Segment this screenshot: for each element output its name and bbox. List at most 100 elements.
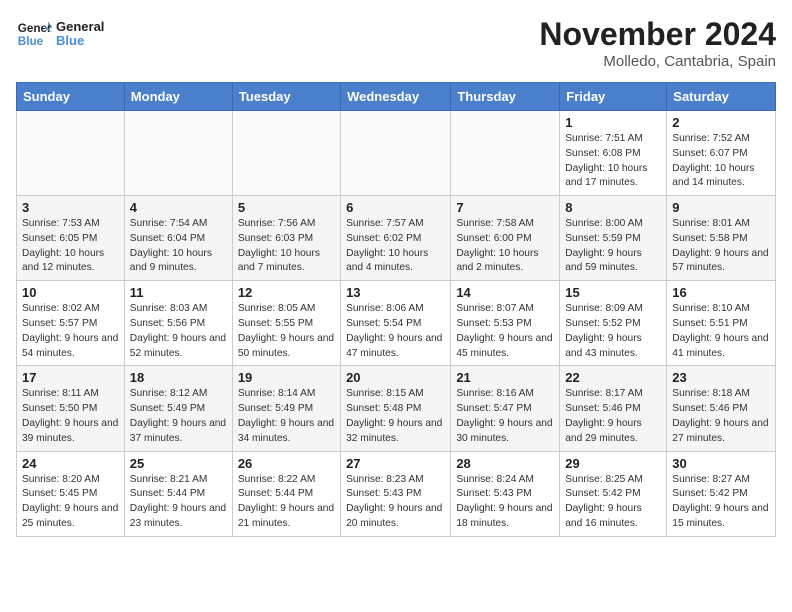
calendar-cell: 15Sunrise: 8:09 AM Sunset: 5:52 PM Dayli… — [560, 281, 667, 366]
logo-icon: General Blue — [16, 16, 52, 52]
weekday-header-sunday: Sunday — [17, 83, 125, 111]
day-info: Sunrise: 7:52 AM Sunset: 6:07 PM Dayligh… — [672, 132, 770, 191]
calendar-cell: 29 Sunrise: 8:25 AM Sunset: 5:42 PM Dayli… — [560, 451, 667, 536]
day-info: Sunrise: 8:05 AM Sunset: 5:55 PM Dayligh… — [238, 302, 335, 361]
day-number: 6 — [346, 200, 445, 215]
day-info: Sunrise: 8:11 AM Sunset: 5:50 PM Dayligh… — [22, 387, 119, 446]
calendar-cell: 26 Sunrise: 8:22 AM Sunset: 5:44 PM Dayli… — [232, 451, 340, 536]
location-subtitle: Molledo, Cantabria, Spain — [539, 53, 776, 70]
day-info: Sunrise: 7:51 AM Sunset: 6:08 PM Dayligh… — [565, 132, 661, 191]
calendar-cell: 3 Sunrise: 7:53 AM Sunset: 6:05 PM Daylig… — [17, 196, 125, 281]
day-info: Sunrise: 8:14 AM Sunset: 5:49 PM Dayligh… — [238, 387, 335, 446]
calendar-cell: 20Sunrise: 8:15 AM Sunset: 5:48 PM Dayli… — [341, 366, 451, 451]
calendar-cell — [341, 111, 451, 196]
weekday-header-saturday: Saturday — [667, 83, 776, 111]
day-number: 28 — [456, 456, 554, 471]
calendar-cell — [17, 111, 125, 196]
calendar-cell: 6 Sunrise: 7:57 AM Sunset: 6:02 PM Daylig… — [341, 196, 451, 281]
calendar-cell: 19 Sunrise: 8:14 AM Sunset: 5:49 PM Dayli… — [232, 366, 340, 451]
day-info: Sunrise: 8:12 AM Sunset: 5:49 PM Dayligh… — [130, 387, 227, 446]
day-number: 26 — [238, 456, 335, 471]
day-number: 1 — [565, 115, 661, 130]
day-info: Sunrise: 7:57 AM Sunset: 6:02 PM Dayligh… — [346, 217, 445, 276]
day-info: Sunrise: 8:23 AM Sunset: 5:43 PM Dayligh… — [346, 473, 445, 532]
day-info: Sunrise: 8:06 AM Sunset: 5:54 PM Dayligh… — [346, 302, 445, 361]
calendar-cell: 28 Sunrise: 8:24 AM Sunset: 5:43 PM Dayli… — [451, 451, 560, 536]
calendar-cell: 21 Sunrise: 8:16 AM Sunset: 5:47 PM Dayli… — [451, 366, 560, 451]
calendar-cell — [124, 111, 232, 196]
calendar-cell: 4 Sunrise: 7:54 AM Sunset: 6:04 PM Daylig… — [124, 196, 232, 281]
day-info: Sunrise: 8:21 AM Sunset: 5:44 PM Dayligh… — [130, 473, 227, 532]
day-number: 10 — [22, 285, 119, 300]
calendar-cell — [232, 111, 340, 196]
day-number: 18 — [130, 370, 227, 385]
day-number: 20 — [346, 370, 445, 385]
day-info: Sunrise: 8:03 AM Sunset: 5:56 PM Dayligh… — [130, 302, 227, 361]
weekday-header-monday: Monday — [124, 83, 232, 111]
calendar-cell: 25 Sunrise: 8:21 AM Sunset: 5:44 PM Dayli… — [124, 451, 232, 536]
day-info: Sunrise: 8:18 AM Sunset: 5:46 PM Dayligh… — [672, 387, 770, 446]
calendar-cell: 13 Sunrise: 8:06 AM Sunset: 5:54 PM Dayli… — [341, 281, 451, 366]
day-info: Sunrise: 8:10 AM Sunset: 5:51 PM Dayligh… — [672, 302, 770, 361]
day-info: Sunrise: 8:01 AM Sunset: 5:58 PM Dayligh… — [672, 217, 770, 276]
day-info: Sunrise: 7:54 AM Sunset: 6:04 PM Dayligh… — [130, 217, 227, 276]
calendar-cell: 10 Sunrise: 8:02 AM Sunset: 5:57 PM Dayli… — [17, 281, 125, 366]
weekday-header-tuesday: Tuesday — [232, 83, 340, 111]
day-info: Sunrise: 8:02 AM Sunset: 5:57 PM Dayligh… — [22, 302, 119, 361]
title-block: November 2024 Molledo, Cantabria, Spain — [539, 16, 776, 70]
day-info: Sunrise: 8:24 AM Sunset: 5:43 PM Dayligh… — [456, 473, 554, 532]
day-info: Sunrise: 8:22 AM Sunset: 5:44 PM Dayligh… — [238, 473, 335, 532]
weekday-header-friday: Friday — [560, 83, 667, 111]
calendar-week-row: 24 Sunrise: 8:20 AM Sunset: 5:45 PM Dayli… — [17, 451, 776, 536]
calendar-cell: 9 Sunrise: 8:01 AM Sunset: 5:58 PM Daylig… — [667, 196, 776, 281]
calendar-cell: 17 Sunrise: 8:11 AM Sunset: 5:50 PM Dayli… — [17, 366, 125, 451]
svg-text:Blue: Blue — [18, 35, 44, 48]
calendar-week-row: 3 Sunrise: 7:53 AM Sunset: 6:05 PM Daylig… — [17, 196, 776, 281]
day-number: 9 — [672, 200, 770, 215]
day-number: 4 — [130, 200, 227, 215]
day-info: Sunrise: 8:00 AM Sunset: 5:59 PM Dayligh… — [565, 217, 661, 276]
logo-blue: Blue — [56, 34, 104, 48]
calendar-week-row: 10 Sunrise: 8:02 AM Sunset: 5:57 PM Dayli… — [17, 281, 776, 366]
day-number: 17 — [22, 370, 119, 385]
calendar-cell: 12 Sunrise: 8:05 AM Sunset: 5:55 PM Dayli… — [232, 281, 340, 366]
calendar-cell: 8Sunrise: 8:00 AM Sunset: 5:59 PM Daylig… — [560, 196, 667, 281]
calendar-week-row: 1 Sunrise: 7:51 AM Sunset: 6:08 PM Daylig… — [17, 111, 776, 196]
day-number: 11 — [130, 285, 227, 300]
day-info: Sunrise: 8:20 AM Sunset: 5:45 PM Dayligh… — [22, 473, 119, 532]
calendar-cell: 11 Sunrise: 8:03 AM Sunset: 5:56 PM Dayli… — [124, 281, 232, 366]
day-number: 13 — [346, 285, 445, 300]
day-info: Sunrise: 8:25 AM Sunset: 5:42 PM Dayligh… — [565, 473, 661, 532]
day-number: 3 — [22, 200, 119, 215]
calendar-table: SundayMondayTuesdayWednesdayThursdayFrid… — [16, 82, 776, 537]
day-info: Sunrise: 8:16 AM Sunset: 5:47 PM Dayligh… — [456, 387, 554, 446]
calendar-cell: 16 Sunrise: 8:10 AM Sunset: 5:51 PM Dayli… — [667, 281, 776, 366]
day-number: 5 — [238, 200, 335, 215]
day-number: 24 — [22, 456, 119, 471]
calendar-cell: 1 Sunrise: 7:51 AM Sunset: 6:08 PM Daylig… — [560, 111, 667, 196]
calendar-header-row: SundayMondayTuesdayWednesdayThursdayFrid… — [17, 83, 776, 111]
day-number: 19 — [238, 370, 335, 385]
day-info: Sunrise: 7:53 AM Sunset: 6:05 PM Dayligh… — [22, 217, 119, 276]
day-number: 23 — [672, 370, 770, 385]
day-number: 2 — [672, 115, 770, 130]
calendar-cell: 2 Sunrise: 7:52 AM Sunset: 6:07 PM Daylig… — [667, 111, 776, 196]
day-number: 12 — [238, 285, 335, 300]
logo: General Blue General Blue — [16, 16, 104, 52]
day-number: 30 — [672, 456, 770, 471]
day-info: Sunrise: 7:58 AM Sunset: 6:00 PM Dayligh… — [456, 217, 554, 276]
calendar-cell: 24 Sunrise: 8:20 AM Sunset: 5:45 PM Dayli… — [17, 451, 125, 536]
calendar-cell: 30Sunrise: 8:27 AM Sunset: 5:42 PM Dayli… — [667, 451, 776, 536]
day-info: Sunrise: 8:09 AM Sunset: 5:52 PM Dayligh… — [565, 302, 661, 361]
day-info: Sunrise: 8:17 AM Sunset: 5:46 PM Dayligh… — [565, 387, 661, 446]
calendar-cell: 27Sunrise: 8:23 AM Sunset: 5:43 PM Dayli… — [341, 451, 451, 536]
calendar-cell: 18 Sunrise: 8:12 AM Sunset: 5:49 PM Dayli… — [124, 366, 232, 451]
calendar-cell: 23 Sunrise: 8:18 AM Sunset: 5:46 PM Dayli… — [667, 366, 776, 451]
logo-general: General — [56, 20, 104, 34]
weekday-header-wednesday: Wednesday — [341, 83, 451, 111]
day-number: 25 — [130, 456, 227, 471]
day-number: 16 — [672, 285, 770, 300]
day-number: 29 — [565, 456, 661, 471]
weekday-header-thursday: Thursday — [451, 83, 560, 111]
day-number: 21 — [456, 370, 554, 385]
